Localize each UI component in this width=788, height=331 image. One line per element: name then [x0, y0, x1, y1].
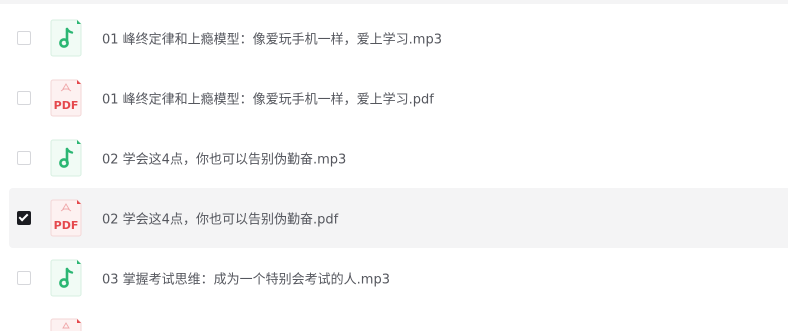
music-note-icon: [50, 139, 82, 177]
file-name[interactable]: 02 学会这4点，你也可以告别伪勤奋.pdf: [102, 209, 338, 228]
music-note-icon: [50, 19, 82, 57]
file-row[interactable]: 01 峰终定律和上瘾模型：像爱玩手机一样，爱上学习.mp3: [0, 8, 788, 68]
file-name[interactable]: 01 峰终定律和上瘾模型：像爱玩手机一样，爱上学习.pdf: [102, 89, 434, 108]
list-header-edge: [0, 0, 788, 4]
file-row[interactable]: 03 掌握考试思维：成为一个特别会考试的人.mp3: [0, 248, 788, 308]
file-name[interactable]: 01 峰终定律和上瘾模型：像爱玩手机一样，爱上学习.mp3: [102, 29, 442, 48]
file-row[interactable]: PDF 01 峰终定律和上瘾模型：像爱玩手机一样，爱上学习.pdf: [0, 68, 788, 128]
checkmark-icon: [18, 211, 29, 222]
pdf-file-icon: PDF: [50, 79, 82, 117]
pdf-file-icon: [50, 318, 82, 331]
file-list: 01 峰终定律和上瘾模型：像爱玩手机一样，爱上学习.mp3 PDF 01 峰终定…: [0, 8, 788, 308]
file-name[interactable]: 03 掌握考试思维：成为一个特别会考试的人.mp3: [102, 269, 390, 288]
row-checkbox-checked[interactable]: [17, 211, 31, 225]
row-checkbox[interactable]: [17, 31, 31, 45]
row-checkbox[interactable]: [17, 91, 31, 105]
pdf-label: PDF: [54, 219, 79, 232]
music-note-icon: [50, 259, 82, 297]
pdf-file-icon: PDF: [50, 199, 82, 237]
pdf-label: PDF: [54, 99, 79, 112]
row-checkbox[interactable]: [17, 271, 31, 285]
row-checkbox[interactable]: [17, 151, 31, 165]
file-row-selected[interactable]: PDF 02 学会这4点，你也可以告别伪勤奋.pdf: [9, 188, 788, 248]
file-row[interactable]: 02 学会这4点，你也可以告别伪勤奋.mp3: [0, 128, 788, 188]
file-name[interactable]: 02 学会这4点，你也可以告别伪勤奋.mp3: [102, 149, 346, 168]
